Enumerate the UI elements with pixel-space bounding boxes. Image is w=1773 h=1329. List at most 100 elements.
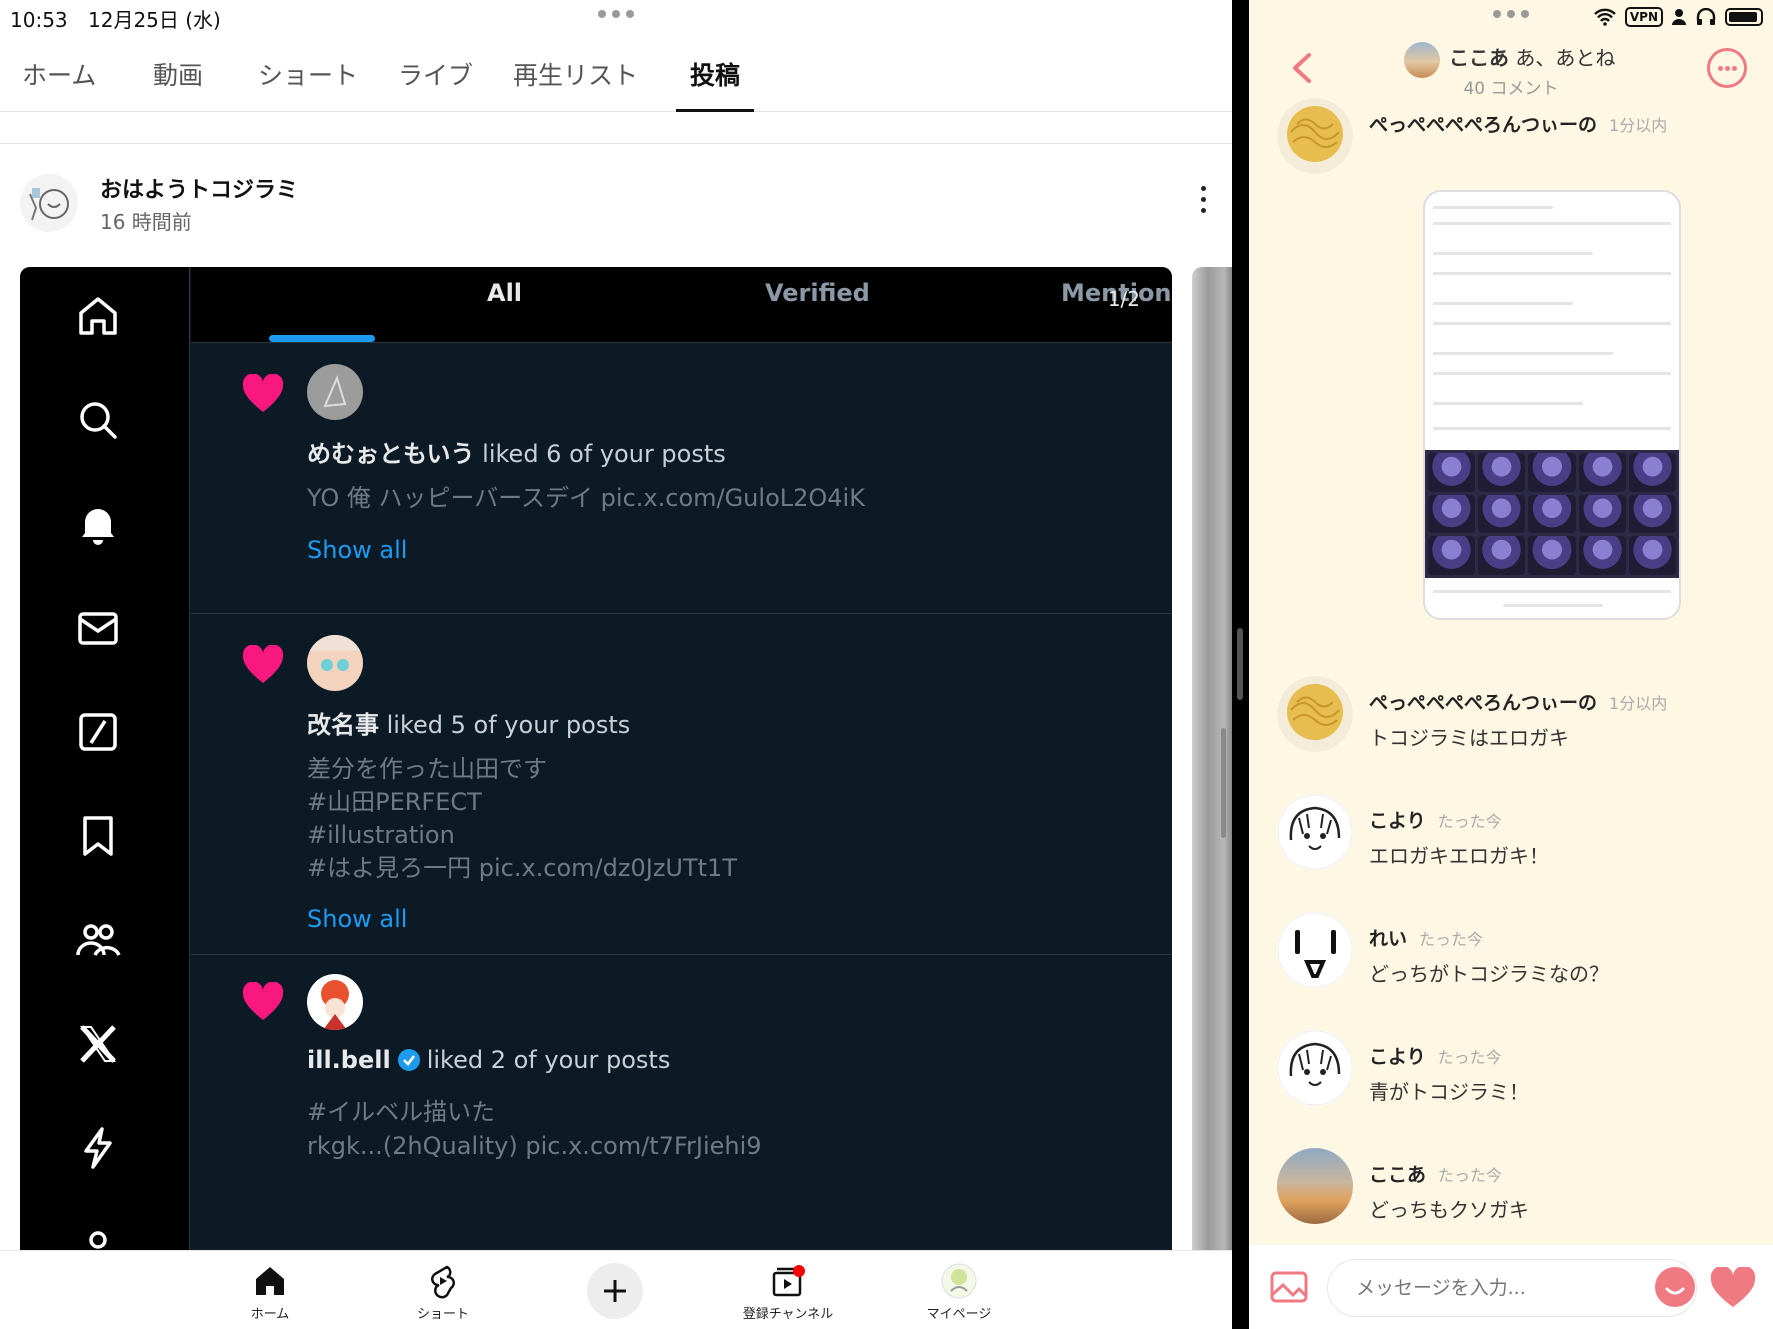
home-filled-icon — [250, 1261, 290, 1301]
pasta-avatar — [1277, 98, 1353, 174]
channel-tabs: ホーム 動画 ショート ライブ 再生リスト 投稿 — [0, 46, 1232, 112]
tab-live[interactable]: ライブ — [398, 56, 473, 112]
image-page-indicator: 1/2 — [1107, 287, 1140, 311]
post-preview-text: #山田PERFECT — [307, 788, 482, 816]
tab-videos[interactable]: 動画 — [153, 56, 203, 112]
post-preview-text: 差分を作った山田です — [307, 755, 547, 783]
tab-home[interactable]: ホーム — [22, 56, 96, 112]
message-text: どっちもクソガキ — [1369, 1198, 1529, 1222]
sketch-avatar — [1277, 1030, 1353, 1106]
channel-avatar[interactable] — [20, 174, 78, 232]
status-bar-left: 10:53 12月25日 (水) — [10, 4, 235, 33]
headphones-icon — [1696, 8, 1716, 25]
scrollbar[interactable] — [1221, 728, 1226, 838]
comment-count: 40 コメント — [1463, 79, 1559, 99]
my-avatar-icon — [939, 1261, 979, 1301]
post-preview-text: #illustration — [307, 821, 455, 849]
notification-line: ill.bell liked 2 of your posts — [307, 1046, 670, 1074]
sender-name: ぺっぺぺぺぺろんつぃーの 1分以内 — [1369, 110, 1667, 137]
like-action: liked 2 of your posts — [426, 1046, 671, 1074]
character-grid-image — [1425, 450, 1679, 578]
notification-line: 改名事 liked 5 of your posts — [307, 705, 630, 740]
status-bar-right: VPN — [1593, 4, 1763, 30]
smile-icon[interactable] — [1655, 1267, 1695, 1307]
bell-icon — [73, 499, 123, 549]
message-text: 青がトコジラミ！ — [1369, 1080, 1529, 1104]
nav-home-label: ホーム — [250, 1307, 290, 1322]
user-avatar — [307, 974, 363, 1030]
like-action: liked 5 of your posts — [386, 711, 631, 739]
sender-name-text: こより — [1369, 810, 1426, 832]
chat-message: ここあ たった今 どっちもクソガキ — [1277, 1148, 1757, 1238]
nav-subscriptions[interactable]: 登録チャンネル — [728, 1261, 848, 1322]
chat-message: こより たった今 青がトコジラミ！ — [1277, 1030, 1757, 1120]
channel-name[interactable]: おはようトコジラミ — [100, 172, 298, 204]
nav-shorts[interactable]: ショート — [383, 1261, 503, 1322]
message-input-bar — [1249, 1245, 1773, 1329]
create-button[interactable] — [587, 1263, 643, 1319]
post-image[interactable]: All Verified Mentions 1/2 めむぉともいう liked … — [20, 267, 1172, 1267]
x-tab-verified: Verified — [765, 279, 870, 307]
image-attach-icon[interactable] — [1269, 1269, 1309, 1305]
post-preview-text: rkgk...(2hQuality) pic.x.com/t7FrJiehi9 — [307, 1132, 762, 1160]
status-date: 12月25日 (水) — [88, 8, 221, 32]
post-preview-text: #イルベル描いた — [307, 1098, 496, 1126]
post-time: 16 時間前 — [100, 210, 192, 234]
x-notification-item: めむぉともいう liked 6 of your posts YO 俺 ハッピーバ… — [191, 344, 1172, 614]
sender-name-text: こより — [1369, 1046, 1426, 1068]
bookmark-icon — [73, 811, 123, 861]
message-time: 1分以内 — [1609, 116, 1668, 135]
chat-title: ここあ あ、あとね — [1449, 42, 1615, 71]
next-image-peek[interactable] — [1192, 267, 1232, 1267]
user-name: めむぉともいう — [307, 440, 475, 468]
nav-home[interactable]: ホーム — [210, 1261, 330, 1322]
face-avatar — [1277, 912, 1353, 988]
shared-screenshot-image[interactable] — [1423, 190, 1681, 620]
tab-playlists[interactable]: 再生リスト — [513, 56, 638, 112]
sender-name: ぺっぺぺぺぺろんつぃーの 1分以内 — [1369, 688, 1667, 715]
sender-name: こより たった今 — [1369, 1042, 1502, 1069]
shorts-icon — [423, 1261, 463, 1301]
split-view-divider[interactable] — [1232, 0, 1249, 1329]
person-icon — [1672, 9, 1686, 25]
message-input[interactable] — [1327, 1259, 1697, 1317]
chat-pane: VPN ここあ あ、あとね 40 コメント ぺっぺぺぺぺろんつぃーの 1分以内 — [1249, 0, 1773, 1329]
nav-my-page-label: マイページ — [926, 1307, 992, 1322]
heart-icon — [241, 981, 285, 1022]
multitask-dots[interactable] — [598, 10, 634, 18]
chat-header: ここあ あ、あとね 40 コメント — [1249, 36, 1773, 100]
search-icon — [73, 395, 123, 445]
message-text: トコジラミはエロガキ — [1369, 726, 1569, 750]
sketch-avatar — [1277, 794, 1353, 870]
nav-my-page[interactable]: マイページ — [899, 1261, 1019, 1322]
user-avatar — [307, 635, 363, 691]
nav-subscriptions-label: 登録チャンネル — [742, 1307, 834, 1322]
chat-message: ぺっぺぺぺぺろんつぃーの 1分以内 トコジラミはエロガキ — [1277, 676, 1757, 766]
grok-icon — [73, 707, 123, 757]
pasta-avatar — [1277, 676, 1353, 752]
post-header: おはようトコジラミ 16 時間前 — [20, 168, 1220, 238]
sender-name-text: ぺっぺぺぺぺろんつぃーの — [1369, 692, 1598, 714]
message-time: たった今 — [1437, 812, 1502, 831]
message-text: どっちがトコジラミなの？ — [1369, 962, 1609, 986]
x-tab-indicator — [269, 335, 375, 342]
x-notification-item: 改名事 liked 5 of your posts 差分を作った山田です #山田… — [191, 615, 1172, 955]
like-action: liked 6 of your posts — [482, 440, 726, 468]
tab-shorts[interactable]: ショート — [258, 56, 358, 112]
show-all-link: Show all — [307, 536, 408, 564]
tab-posts[interactable]: 投稿 — [675, 56, 755, 112]
heart-icon[interactable] — [1709, 1265, 1757, 1309]
more-options-icon[interactable] — [1198, 186, 1208, 218]
x-notification-item: ill.bell liked 2 of your posts #イルベル描いた r… — [191, 956, 1172, 1267]
post-preview-text: YO 俺 ハッピーバースデイ pic.x.com/GuloL2O4iK — [307, 484, 865, 512]
subscriptions-icon — [768, 1261, 808, 1301]
chat-avatar — [1404, 42, 1440, 78]
chat-title-name: ここあ — [1449, 46, 1509, 70]
more-menu-icon[interactable] — [1707, 48, 1747, 88]
sender-name: れい たった今 — [1369, 924, 1483, 951]
chat-message: ぺっぺぺぺぺろんつぃーの 1分以内 — [1277, 98, 1757, 188]
mail-icon — [73, 603, 123, 653]
sender-name-text: ここあ — [1369, 1164, 1427, 1186]
lightning-icon — [73, 1123, 123, 1173]
multitask-dots[interactable] — [1493, 10, 1529, 18]
